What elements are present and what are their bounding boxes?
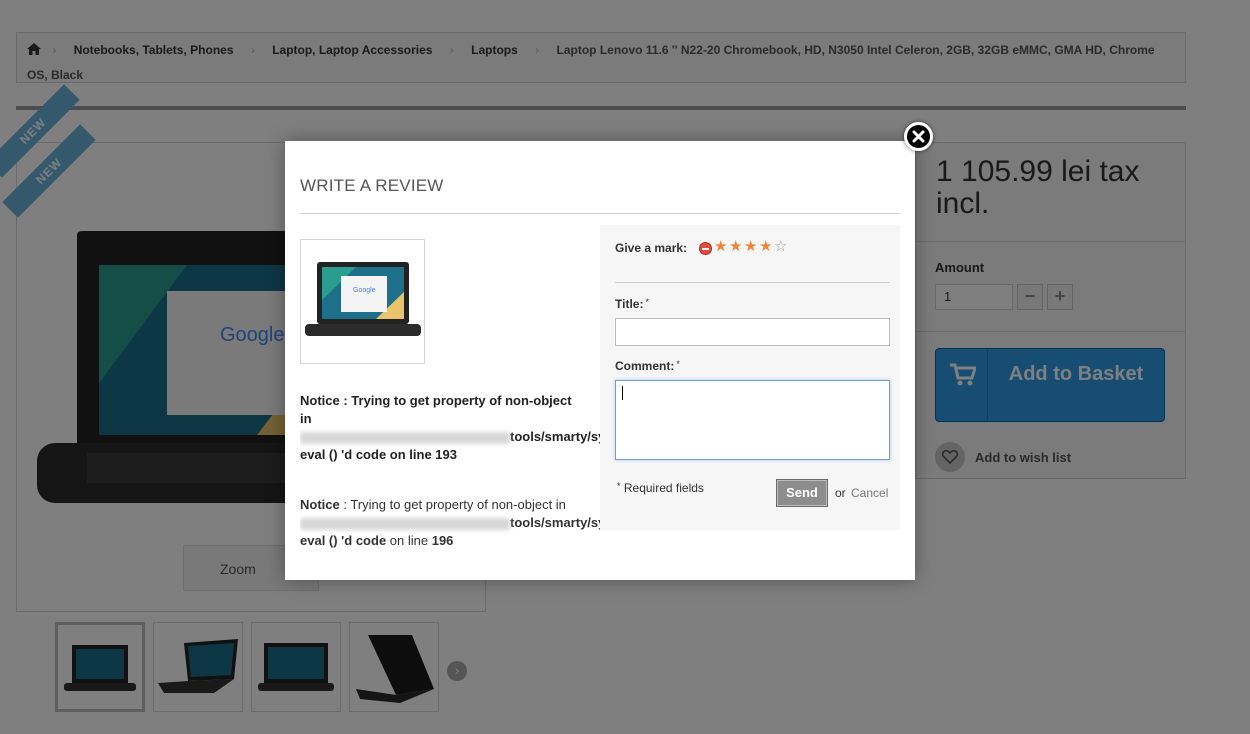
star-icon[interactable]: ★ <box>744 238 757 256</box>
divider <box>615 282 890 283</box>
php-notice: Notice : Trying to get property of non-o… <box>300 496 600 550</box>
review-product-image: Google <box>300 239 425 364</box>
text-caret <box>622 386 623 400</box>
svg-text:Google: Google <box>353 287 376 294</box>
give-mark-label: Give a mark: <box>615 241 688 255</box>
review-form: Give a mark: ★ ★ ★ ★ ☆ Title: * Comment: *… <box>600 225 900 530</box>
cancel-link[interactable]: Cancel <box>851 486 888 500</box>
notice-path: tools/smarty/sy <box>300 514 600 532</box>
notice-message: : Trying to get property of non-object i… <box>339 497 566 512</box>
laptop-image: Google <box>305 262 421 336</box>
star-icon[interactable]: ★ <box>759 238 772 256</box>
notice-code-line: eval () 'd code on line 193 <box>300 447 457 462</box>
php-notice: Notice : Trying to get property of non-o… <box>300 392 600 464</box>
or-label: or <box>835 486 846 500</box>
notice-message: Notice : Trying to get property of non-o… <box>300 393 572 408</box>
notice-path-tail: tools/smarty/sy <box>510 429 600 444</box>
star-icon[interactable]: ★ <box>714 238 727 256</box>
redacted-path <box>300 517 510 530</box>
review-title-input[interactable] <box>615 318 890 346</box>
notice-label: Notice <box>300 497 340 512</box>
cancel-rating-icon[interactable] <box>699 242 712 255</box>
review-modal: WRITE A REVIEW Google Notice : Trying to… <box>285 141 915 580</box>
notice-code-prefix: eval () 'd code <box>300 533 387 548</box>
modal-title: WRITE A REVIEW <box>300 176 444 195</box>
notice-path-tail: tools/smarty/sy <box>510 515 600 530</box>
notice-path: tools/smarty/sy <box>300 428 600 446</box>
review-comment-textarea[interactable] <box>615 380 890 460</box>
send-button[interactable]: Send <box>776 479 828 507</box>
star-icon[interactable]: ★ <box>729 238 742 256</box>
divider <box>300 213 900 214</box>
required-fields-note: * Required fields <box>617 481 704 495</box>
comment-label: Comment: * <box>615 359 680 373</box>
notice-line-number: 196 <box>431 533 454 548</box>
notice-in-label: in <box>300 411 312 426</box>
star-outline-icon[interactable]: ☆ <box>774 238 787 256</box>
title-label: Title: * <box>615 297 649 311</box>
notice-on-line: on line <box>386 533 432 548</box>
redacted-path <box>300 431 510 444</box>
close-icon[interactable] <box>904 122 933 151</box>
